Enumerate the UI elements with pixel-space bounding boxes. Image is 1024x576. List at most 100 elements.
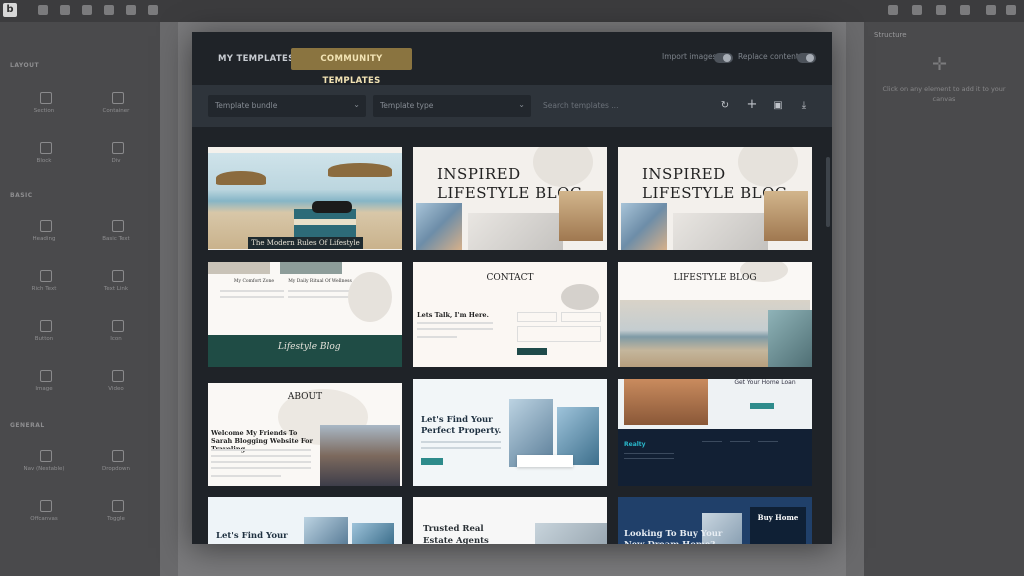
element-tile[interactable]: Nav (Nestable) [14,442,74,482]
refresh-icon[interactable]: ↻ [719,100,731,111]
card-caption: The Modern Rules Of Lifestyle [248,237,363,249]
element-tile[interactable]: Video [86,362,146,402]
offcanvas-icon [40,500,52,512]
section-title: LAYOUT [10,62,40,69]
beach-photo [208,153,402,249]
star-icon [112,320,124,332]
template-card[interactable]: The Modern Rules Of Lifestyle [208,147,402,250]
toolbar-icon[interactable] [148,5,158,15]
element-tile[interactable]: Rich Text [14,262,74,302]
tab-my-templates[interactable]: MY TEMPLATES [218,48,295,70]
template-card[interactable]: CONTACT Lets Talk, I'm Here. [413,262,607,367]
template-card[interactable]: INSPIRED LIFESTYLE BLOG [413,147,607,250]
save-icon[interactable]: ▣ [772,100,784,111]
element-tile[interactable]: Image [14,362,74,402]
text-icon [112,220,124,232]
modal-header: MY TEMPLATES COMMUNITY TEMPLATES Import … [192,32,832,86]
replace-content-toggle[interactable] [797,53,816,63]
element-tile[interactable]: Icon [86,312,146,352]
template-card[interactable]: Let's Find Your [208,497,402,544]
template-card[interactable]: My Comfort Zone My Daily Ritual Of Welln… [208,262,402,367]
div-icon [112,142,124,154]
toolbar-icon[interactable] [888,5,898,15]
template-card[interactable]: LIFESTYLE BLOG [618,262,812,367]
scrollbar[interactable] [826,157,830,227]
dropdown-icon [112,450,124,462]
toolbar-icon[interactable] [60,5,70,15]
toolbar-icon[interactable] [936,5,946,15]
link-icon [112,270,124,282]
template-card[interactable]: Trusted Real Estate Agents [413,497,607,544]
column-title: My Comfort Zone [233,279,275,284]
template-bundle-select[interactable]: Template bundle ⌄ [208,95,366,117]
toolbar-icon[interactable] [912,5,922,15]
footer-logo: Realty [624,441,646,448]
import-images-toggle[interactable] [714,53,733,63]
element-tile[interactable]: Text Link [86,262,146,302]
elements-panel: LAYOUT Section Container Block Div BASIC… [0,22,160,576]
button-icon [40,320,52,332]
element-tile[interactable]: Basic Text [86,212,146,252]
plus-icon[interactable]: + [746,97,758,112]
toggle-icon [112,500,124,512]
signature-logo: Lifestyle Blog [278,342,341,352]
template-card[interactable]: ABOUT Welcome My Friends To Sarah Bloggi… [208,383,402,486]
card-title: ABOUT [287,392,323,402]
template-card[interactable]: INSPIRED LIFESTYLE BLOG [618,147,812,250]
element-tile[interactable]: Button [14,312,74,352]
template-type-select[interactable]: Template type ⌄ [373,95,531,117]
rich-text-icon [40,270,52,282]
card-heading: Looking To Buy Your New Dream Home? [624,529,723,544]
filter-bar: Template bundle ⌄ Template type ⌄ Search… [192,85,832,127]
section-icon [40,92,52,104]
toolbar-icon[interactable] [126,5,136,15]
structure-panel: Structure ✛ Click on any element to add … [864,22,1024,576]
templates-grid: The Modern Rules Of Lifestyle INSPIRED L… [192,127,832,544]
column-title: My Daily Ritual Of Wellness [288,279,352,284]
card-heading: Lets Talk, I'm Here. [417,311,489,319]
element-tile[interactable]: Dropdown [86,442,146,482]
toolbar-icon[interactable] [960,5,970,15]
card-title: CONTACT [486,273,534,283]
street-photo [320,425,400,486]
element-tile[interactable]: Block [14,134,74,174]
toolbar-icon[interactable] [82,5,92,15]
element-tile[interactable]: Toggle [86,492,146,532]
section-title: BASIC [10,192,33,199]
template-card[interactable]: Get Your Home Loan Realty [618,379,812,486]
element-tile[interactable]: Offcanvas [14,492,74,532]
chevron-down-icon: ⌄ [518,100,525,109]
toolbar-icon[interactable] [104,5,114,15]
structure-title: Structure [874,31,907,39]
apartment-photo [624,379,708,425]
search-input[interactable]: Search templates ... [543,101,618,110]
toolbar-icon[interactable] [986,5,996,15]
banner-text: Get Your Home Loan [734,379,796,386]
structure-hint: Click on any element to add it to your c… [882,85,1006,103]
editor-toolbar: b [0,0,1024,22]
toolbar-icon[interactable] [1006,5,1016,15]
heading-icon [40,220,52,232]
tab-community-templates[interactable]: COMMUNITY TEMPLATES [291,48,412,86]
card-heading: Let's Find Your Perfect Property. [421,415,502,436]
container-icon [112,92,124,104]
element-tile[interactable]: Div [86,134,146,174]
element-tile[interactable]: Section [14,84,74,124]
template-card[interactable]: Let's Find Your Perfect Property. [413,379,607,486]
download-icon[interactable]: ⤓ [798,100,810,111]
templates-modal: MY TEMPLATES COMMUNITY TEMPLATES Import … [192,32,832,544]
card-title: LIFESTYLE BLOG [673,273,757,283]
replace-content-label: Replace content [738,52,799,61]
app-logo[interactable]: b [3,3,17,17]
element-tile[interactable]: Container [86,84,146,124]
element-tile[interactable]: Heading [14,212,74,252]
import-images-label: Import images [662,52,717,61]
toolbar-icon[interactable] [38,5,48,15]
chevron-down-icon: ⌄ [353,100,360,109]
buy-home-title: Buy Home [757,513,799,522]
sunglasses-image [312,201,352,213]
nav-icon [40,450,52,462]
section-title: GENERAL [10,422,45,429]
template-card[interactable]: Looking To Buy Your New Dream Home? Buy … [618,497,812,544]
card-heading: Let's Find Your [216,531,288,541]
